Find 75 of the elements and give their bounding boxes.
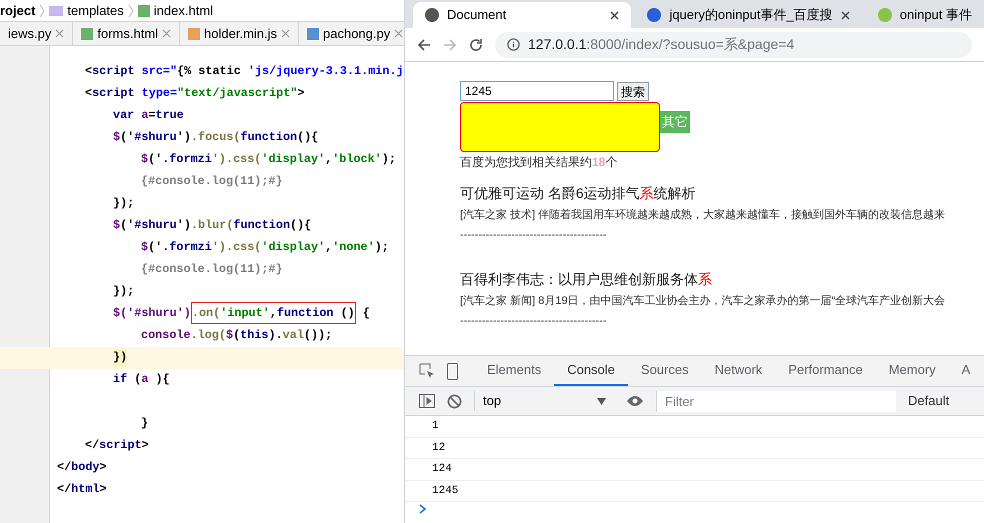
result-divider: ---------------------------------------- [460,228,608,242]
breadcrumb-item[interactable]: templates [67,0,124,20]
breadcrumb-item[interactable]: index.html [154,0,214,20]
html-file-icon [138,4,150,16]
reload-icon[interactable] [469,38,483,52]
devtools-tab[interactable]: Sources [628,356,702,386]
tab-title: oninput 事件 [900,6,972,24]
code-line: <script type="text/javascript"> [85,85,305,102]
tab-label: forms.html [97,24,158,43]
js-file-icon [188,28,200,40]
devtools-tab[interactable]: Performance [775,356,876,386]
result-title[interactable]: 可优雅可运动 名爵6运动排气系统解析 [460,183,984,204]
result-count: 百度为您找到相关结果约18个 [460,154,618,171]
context-label: top [483,392,502,410]
devtools-tab[interactable]: Memory [876,356,949,386]
result-snippet: [汽车之家 技术] 伴随着我国用车环境越来越成熟，大家越来越懂车，接触到国外车辆的改装信息越来 [460,208,946,223]
browser-tab[interactable]: jquery的oninput事件_百度搜 [635,2,862,28]
devtools-tab[interactable]: Elements [474,356,554,386]
log-levels-dropdown[interactable]: Default [908,391,950,411]
code-line: console.log($(this).val()); [141,327,332,344]
code-line: $('#shuru').focus(function(){ [113,129,318,146]
device-icon[interactable] [447,362,458,380]
url-text: 127.0.0.1:8000/index/?sousuo=系&page=4 [528,35,794,54]
code-line: </html> [57,481,107,498]
code-line: $('#shuru').blur(function(){ [113,217,312,234]
search-field[interactable]: 1245 [460,81,614,101]
clear-console-icon[interactable] [447,394,462,408]
console-message: 1 [432,419,439,434]
back-icon[interactable] [417,38,431,52]
console-message: 1245 [432,484,458,498]
browser-tab[interactable]: Document [413,2,632,28]
close-icon[interactable] [610,10,620,20]
folder-icon [49,6,64,16]
sidebar-toggle-icon[interactable] [419,394,435,408]
code-line: }); [113,195,134,212]
chevron-right-icon [128,4,134,18]
code-line: } [141,415,148,432]
tab-title: jquery的oninput事件_百度搜 [669,6,833,24]
code-line: $('.formzi').css('display','none'); [141,239,389,256]
code-line: if (a ){ [113,371,170,388]
eye-icon[interactable] [626,395,644,407]
result-divider: ---------------------------------------- [460,314,608,328]
code-line: {#console.log(11);#} [141,173,283,190]
code-line: }); [113,283,134,300]
address-bar[interactable]: 127.0.0.1:8000/index/?sousuo=系&page=4 [495,32,972,58]
devtools-tab[interactable]: Network [702,356,776,386]
tab-label: holder.min.js [204,24,278,43]
prompt-chevron-icon[interactable] [419,504,427,514]
result-snippet: [汽车之家 新闻] 8月19日，由中国汽车工业协会主办，汽车之家承办的第一届“全球汽车产业创新大会 [460,294,946,309]
context-select[interactable]: top [474,391,614,411]
code-line: </body> [57,459,107,476]
console-message: 124 [432,462,452,477]
console-message: 12 [432,440,446,456]
filter-field[interactable]: Filter [656,390,896,412]
breadcrumb-item[interactable]: roject [0,0,36,20]
code-line: <script src="{% static 'js/jquery-3.3.1.min.j [85,63,404,80]
html-file-icon [81,28,94,40]
close-icon[interactable] [840,10,850,20]
tab-title: Document [447,6,508,24]
code-line: $('.formzi').css('display','block'); [141,151,396,168]
result-title[interactable]: 百得利李伟志：以用户思维创新服务体系 [460,269,984,290]
inspect-icon[interactable] [419,363,435,379]
browser-tab[interactable]: oninput 事件 [866,2,984,28]
info-icon [507,38,520,51]
code-line: {#console.log(11);#} [141,261,283,278]
tab-label: iews.py [8,24,52,43]
tab-label: pachong.py [323,24,390,43]
python-file-icon [307,28,320,40]
code-line: $('#shuru').on('input',function () { [113,305,370,323]
code-line: </script> [85,437,149,454]
devtools-tab[interactable]: A [948,356,984,386]
search-button[interactable]: 搜索 [617,82,649,100]
chevron-right-icon [39,4,46,18]
dropdown-arrow-icon [597,398,606,404]
code-line: var a=true [113,107,184,124]
